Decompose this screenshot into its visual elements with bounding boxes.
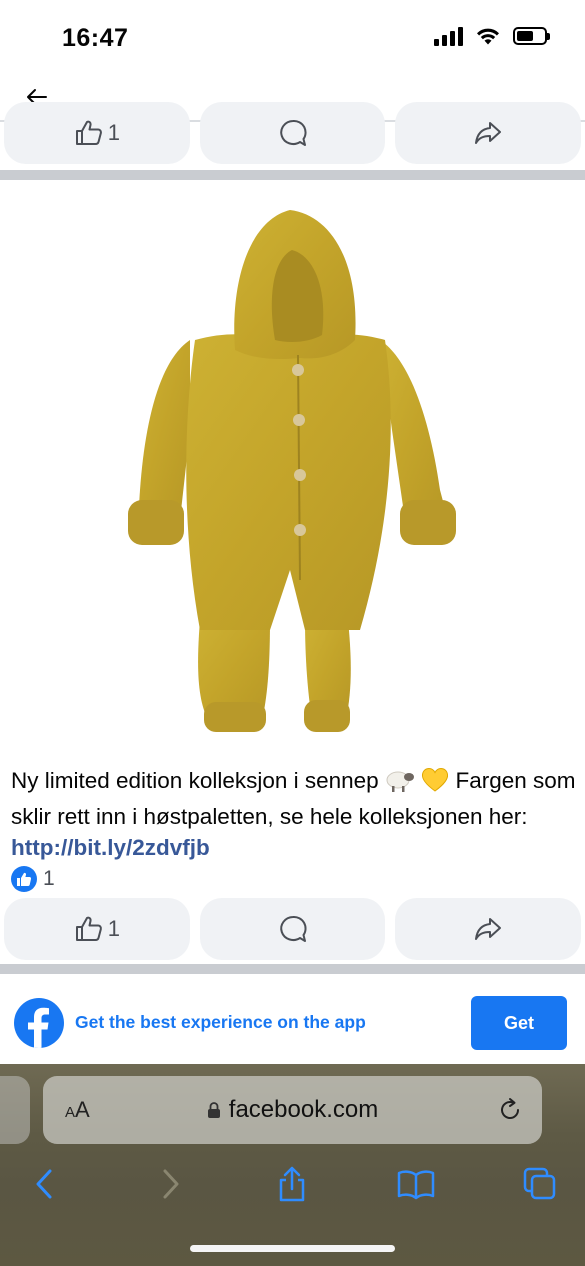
- url-text: facebook.com: [228, 1096, 379, 1123]
- previous-post-actions: 1: [4, 102, 582, 164]
- lock-icon: [207, 1102, 220, 1118]
- share-icon: [475, 918, 502, 940]
- like-icon: [75, 916, 102, 941]
- browser-tabs-button[interactable]: [520, 1164, 560, 1204]
- like-count: 1: [107, 120, 120, 145]
- wifi-icon: [477, 28, 499, 45]
- share-button[interactable]: [395, 898, 582, 960]
- tabs-icon: [523, 1167, 556, 1200]
- status-icons: [434, 26, 550, 46]
- reload-button[interactable]: [496, 1096, 524, 1124]
- comment-button[interactable]: [199, 102, 386, 164]
- comment-icon: [279, 915, 307, 942]
- like-button[interactable]: 1: [4, 102, 190, 164]
- post-text: Ny limited edition kolleksjon i sennep F…: [11, 765, 581, 863]
- signal-icon: [434, 26, 463, 46]
- home-indicator[interactable]: [190, 1245, 395, 1252]
- facebook-logo-icon: [14, 998, 64, 1048]
- like-icon: [75, 120, 102, 145]
- comment-icon: [279, 119, 307, 146]
- forward-icon: [163, 1169, 179, 1199]
- like-count: 1: [107, 916, 120, 941]
- post-link[interactable]: http://bit.ly/2zdvfjb: [11, 835, 210, 860]
- browser-back-button[interactable]: [24, 1164, 64, 1204]
- post-text-main: Ny limited edition kolleksjon i sennep: [11, 768, 379, 793]
- yellow-heart-icon: [421, 767, 449, 801]
- comment-button[interactable]: [199, 898, 386, 960]
- like-button[interactable]: 1: [4, 898, 190, 960]
- app-banner: Get the best experience on the app Get: [0, 976, 585, 1064]
- status-time: 16:47: [62, 24, 129, 52]
- share-icon: [279, 1166, 305, 1202]
- post-separator: [0, 170, 585, 180]
- browser-toolbar: [0, 1164, 585, 1204]
- bookmarks-icon: [397, 1170, 435, 1200]
- back-icon: [36, 1169, 52, 1199]
- reaction-count: 1: [43, 867, 55, 890]
- url-display[interactable]: facebook.com: [43, 1096, 542, 1124]
- browser-bookmarks-button[interactable]: [396, 1164, 436, 1204]
- browser-share-button[interactable]: [272, 1164, 312, 1204]
- baby-overall-image: [128, 210, 456, 732]
- status-bar: 16:47: [0, 0, 585, 70]
- browser-forward-button[interactable]: [151, 1164, 191, 1204]
- share-button[interactable]: [395, 102, 582, 164]
- battery-icon: [513, 27, 550, 45]
- post-actions: 1: [4, 898, 582, 960]
- post-image[interactable]: [0, 190, 585, 745]
- browser-chrome: AA facebook.com: [0, 1064, 585, 1266]
- previous-tab-peek[interactable]: [0, 1076, 30, 1144]
- banner-text: Get the best experience on the app: [75, 1012, 366, 1032]
- like-reaction-icon: [11, 866, 37, 892]
- address-bar[interactable]: AA facebook.com: [43, 1076, 542, 1144]
- sheep-icon: [385, 767, 415, 801]
- get-app-button[interactable]: Get: [471, 996, 567, 1050]
- reload-icon: [501, 1098, 519, 1119]
- banner-separator: [0, 964, 585, 974]
- reaction-summary[interactable]: 1: [11, 866, 55, 892]
- share-icon: [475, 122, 502, 144]
